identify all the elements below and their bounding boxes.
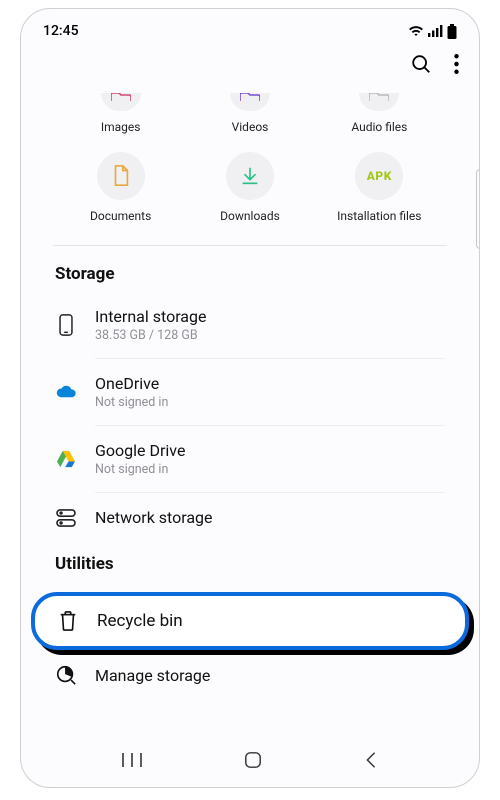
nav-bar [21, 739, 479, 787]
trash-icon [57, 610, 79, 632]
section-title-storage: Storage [21, 264, 479, 296]
apk-icon: APK [355, 152, 403, 200]
phone-icon [55, 314, 77, 336]
category-label: Installation files [337, 209, 421, 223]
phone-frame: 12:45 Images Videos Audio files [20, 8, 480, 788]
battery-icon [447, 24, 457, 39]
divider [95, 492, 445, 493]
item-title: Internal storage [95, 307, 206, 326]
item-internal-storage[interactable]: Internal storage 38.53 GB / 128 GB [55, 296, 445, 354]
category-installation[interactable]: APK Installation files [320, 152, 439, 223]
nav-home-icon[interactable] [244, 751, 262, 773]
item-sub: Not signed in [95, 462, 185, 477]
googledrive-icon [55, 450, 77, 468]
status-bar: 12:45 [21, 9, 479, 45]
item-onedrive[interactable]: OneDrive Not signed in [55, 363, 445, 421]
divider [95, 425, 445, 426]
category-label: Images [101, 120, 141, 134]
more-icon[interactable] [454, 54, 459, 78]
highlight-recycle-bin: Recycle bin [31, 592, 469, 650]
category-audio[interactable]: Audio files [320, 93, 439, 134]
item-title: Recycle bin [97, 611, 183, 631]
server-icon [55, 509, 77, 527]
section-title-utilities: Utilities [21, 554, 479, 586]
storage-list: Internal storage 38.53 GB / 128 GB OneDr… [21, 296, 479, 538]
app-bar [21, 45, 479, 93]
item-sub: Not signed in [95, 395, 168, 410]
item-recycle-bin[interactable]: Recycle bin [31, 592, 469, 650]
item-googledrive[interactable]: Google Drive Not signed in [55, 430, 445, 488]
onedrive-icon [55, 385, 77, 399]
item-sub: 38.53 GB / 128 GB [95, 328, 206, 343]
item-title: Google Drive [95, 441, 185, 460]
item-network-storage[interactable]: Network storage [55, 497, 445, 538]
item-title: Network storage [95, 508, 213, 527]
search-icon[interactable] [410, 53, 432, 79]
category-downloads[interactable]: Downloads [190, 152, 309, 223]
manage-storage-icon [55, 664, 77, 686]
item-manage-storage[interactable]: Manage storage [21, 650, 479, 686]
category-row-1: Images Videos Audio files [21, 93, 479, 134]
signal-icon [428, 25, 443, 37]
divider [95, 358, 445, 359]
category-videos[interactable]: Videos [190, 93, 309, 134]
item-title: Manage storage [95, 666, 210, 685]
category-label: Downloads [220, 209, 280, 223]
wifi-icon [408, 25, 424, 37]
category-documents[interactable]: Documents [61, 152, 180, 223]
nav-back-icon[interactable] [364, 751, 378, 773]
category-label: Videos [232, 120, 269, 134]
category-images[interactable]: Images [61, 93, 180, 134]
download-icon [226, 152, 274, 200]
category-row-2: Documents Downloads APK Installation fil… [21, 152, 479, 223]
category-label: Documents [90, 209, 151, 223]
status-time: 12:45 [43, 23, 79, 39]
scroll-indicator[interactable] [476, 169, 480, 249]
category-label: Audio files [351, 120, 407, 134]
nav-recents-icon[interactable] [122, 752, 142, 772]
divider [53, 245, 447, 246]
item-title: OneDrive [95, 374, 168, 393]
document-icon [97, 152, 145, 200]
status-icons [408, 24, 457, 39]
